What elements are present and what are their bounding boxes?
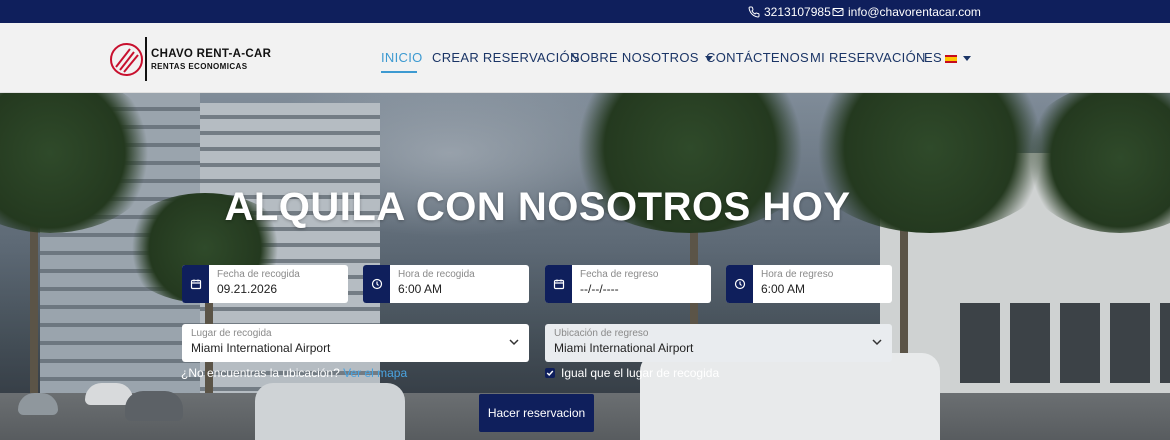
email-contact[interactable]: info@chavorentacar.com	[832, 5, 981, 19]
return-date-field[interactable]: Fecha de regreso --/--/----	[545, 265, 711, 303]
clock-icon	[734, 278, 745, 290]
checkbox-checked-icon[interactable]	[545, 368, 555, 378]
pickup-date-field[interactable]: Fecha de recogida 09.21.2026	[182, 265, 348, 303]
nav-sobre-nosotros-label: SOBRE NOSOTROS	[571, 50, 699, 65]
chevron-down-icon	[872, 339, 882, 346]
nav-crear-reservacion[interactable]: CREAR RESERVACIÓN	[432, 50, 580, 65]
nav-inicio[interactable]: INICIO	[381, 50, 423, 65]
nav-mi-reservacion[interactable]: MI RESERVACIÓN	[810, 50, 926, 65]
pickup-location-select[interactable]: Lugar de recogida Miami International Ai…	[182, 324, 529, 362]
view-map-link[interactable]: Ver el mapa	[343, 366, 407, 380]
logo-text: CHAVO RENT-A-CAR RENTAS ECONOMICAS	[151, 48, 271, 71]
pickup-time-value: 6:00 AM	[398, 282, 443, 296]
phone-icon	[748, 6, 760, 18]
phone-contact[interactable]: 3213107985	[748, 5, 831, 19]
spain-flag-icon	[944, 54, 957, 63]
return-date-icon-box	[545, 265, 572, 303]
return-date-label: Fecha de regreso	[580, 269, 659, 280]
return-time-field[interactable]: Hora de regreso 6:00 AM	[726, 265, 892, 303]
location-hint: ¿No encuentras la ubicación? Ver el mapa	[181, 366, 407, 380]
pickup-time-field[interactable]: Hora de recogida 6:00 AM	[363, 265, 529, 303]
pickup-location-label: Lugar de recogida	[191, 328, 272, 339]
car	[255, 383, 405, 440]
language-code: ES	[924, 50, 942, 65]
return-time-label: Hora de regreso	[761, 269, 834, 280]
hero-title: ALQUILA CON NOSOTROS HOY	[224, 185, 851, 229]
top-contact-bar: 3213107985 info@chavorentacar.com	[0, 0, 1170, 23]
calendar-icon	[553, 279, 564, 290]
pickup-location-value: Miami International Airport	[191, 341, 331, 355]
clock-icon	[371, 278, 382, 290]
pickup-time-icon-box	[363, 265, 390, 303]
parked-car	[18, 393, 58, 415]
pickup-date-value: 09.21.2026	[217, 282, 278, 296]
nav-sobre-nosotros[interactable]: SOBRE NOSOTROS	[571, 50, 713, 65]
brand-logo[interactable]: CHAVO RENT-A-CAR RENTAS ECONOMICAS	[110, 37, 271, 81]
language-selector[interactable]: ES	[924, 50, 971, 65]
same-location-label: Igual que el lugar de recogida	[561, 366, 720, 380]
pickup-date-icon-box	[182, 265, 209, 303]
logo-divider	[145, 37, 147, 81]
brand-tagline: RENTAS ECONOMICAS	[151, 61, 248, 71]
active-nav-indicator	[381, 71, 417, 73]
return-location-label: Ubicación de regreso	[554, 328, 649, 339]
phone-number: 3213107985	[764, 5, 831, 19]
return-location-value: Miami International Airport	[554, 341, 694, 355]
checkmark-icon	[546, 370, 554, 377]
return-location-select[interactable]: Ubicación de regreso Miami International…	[545, 324, 892, 362]
location-hint-text: ¿No encuentras la ubicación?	[181, 366, 340, 380]
calendar-icon	[190, 279, 201, 290]
email-address: info@chavorentacar.com	[848, 5, 981, 19]
parked-car	[125, 391, 183, 421]
return-time-value: 6:00 AM	[761, 282, 806, 296]
hero-section: ALQUILA CON NOSOTROS HOY Fecha de recogi…	[0, 93, 1170, 440]
pickup-time-label: Hora de recogida	[398, 269, 475, 280]
same-location-checkbox[interactable]: Igual que el lugar de recogida	[545, 366, 719, 380]
envelope-icon	[832, 8, 844, 16]
caret-down-icon	[962, 56, 971, 62]
site-header: CHAVO RENT-A-CAR RENTAS ECONOMICAS INICI…	[0, 23, 1170, 93]
brand-name: CHAVO RENT-A-CAR	[151, 47, 272, 60]
pickup-date-label: Fecha de recogida	[217, 269, 300, 280]
return-date-value: --/--/----	[580, 282, 619, 296]
logo-mark-icon	[110, 42, 143, 76]
return-time-icon-box	[726, 265, 753, 303]
background-building-windows	[960, 303, 1170, 383]
submit-reservation-button[interactable]: Hacer reservacion	[479, 394, 594, 432]
chevron-down-icon	[509, 339, 519, 346]
nav-contactenos[interactable]: CONTÁCTENOS	[706, 50, 809, 65]
